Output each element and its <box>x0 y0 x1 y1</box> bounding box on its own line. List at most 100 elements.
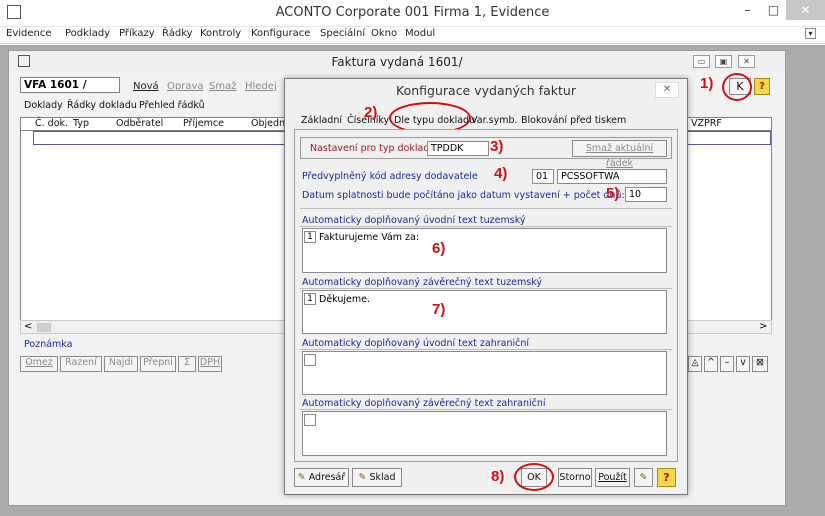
dialog-help-icon[interactable]: ? <box>657 468 676 487</box>
tab-doklady[interactable]: Doklady <box>24 100 63 111</box>
pouzit-button[interactable]: Použít <box>595 468 630 487</box>
menu-evidence[interactable]: Evidence <box>6 28 52 39</box>
adresar-button[interactable]: ✎ Adresář <box>294 468 349 487</box>
delete-row-button[interactable]: Smaž aktuální řádek <box>572 140 667 169</box>
memo-closing-domestic[interactable]: 1 Děkujeme. <box>302 290 667 334</box>
annotation-5: 5) <box>606 185 620 202</box>
memo-line-number <box>304 414 316 426</box>
pouzit-label: Použít <box>598 472 627 483</box>
memo-intro-domestic-label: Automaticky doplňovaný úvodní text tuzem… <box>302 215 526 226</box>
sort-button[interactable]: Řazení <box>60 356 102 372</box>
app-title: ACONTO Corporate 001 Firma 1, Evidence <box>275 5 550 20</box>
menu-okno[interactable]: Okno <box>371 28 397 39</box>
inner-close-button[interactable]: ✕ <box>738 55 755 68</box>
separator <box>300 349 672 350</box>
tab-panel: Nastavení pro typ dokladu TPDDK Smaž akt… <box>294 129 678 462</box>
annotation-1: 1) <box>700 75 714 92</box>
vat-button[interactable]: DPH <box>198 356 222 372</box>
invoice-window-titlebar: Faktura vydaná 1601/ ▭ ▣ ✕ <box>9 51 785 71</box>
edit-button[interactable]: Oprava <box>167 81 204 92</box>
separator <box>300 288 672 289</box>
new-label: Nová <box>133 81 159 92</box>
menu-podklady[interactable]: Podklady <box>65 28 110 39</box>
separator <box>300 208 672 209</box>
tag-button[interactable]: ✎ <box>634 468 653 487</box>
due-days-field[interactable]: 10 <box>625 187 667 202</box>
tab-zakladni[interactable]: Základní <box>301 115 342 126</box>
tab-blokovani[interactable]: Blokování před tiskem <box>521 115 626 126</box>
menu-bar: Evidence Podklady Příkazy Řádky Kontroly… <box>0 27 825 44</box>
supplier-code-field[interactable]: 01 <box>532 169 554 184</box>
memo-line-number <box>304 354 316 366</box>
maximize-button[interactable]: □ <box>760 0 787 20</box>
supplier-name-field[interactable]: PCSSOFTWA <box>557 169 667 184</box>
memo-closing-foreign[interactable] <box>302 411 667 456</box>
nav-prev-button[interactable]: ^ <box>704 356 718 372</box>
nav-minus-button[interactable]: – <box>720 356 734 372</box>
delete-button[interactable]: Smaž <box>209 81 236 92</box>
annotation-8: 8) <box>491 468 505 485</box>
column-recipient[interactable]: Příjemce <box>183 118 224 129</box>
switch-button[interactable]: Přepni <box>140 356 176 372</box>
column-order[interactable]: Objedn <box>251 118 285 129</box>
memo-intro-foreign[interactable] <box>302 351 667 395</box>
edit-label: Oprava <box>167 81 204 92</box>
menu-chevron-down-icon[interactable]: ▾ <box>805 28 816 39</box>
help-icon[interactable]: ? <box>754 78 770 95</box>
tag-icon: ✎ <box>639 472 648 483</box>
column-vzprf[interactable]: VZPRF <box>691 118 722 129</box>
search-button[interactable]: Hledej <box>245 81 277 92</box>
adresar-label: Adresář <box>308 472 346 483</box>
tag-icon: ✎ <box>297 472 306 483</box>
inner-restore-button[interactable]: ▣ <box>715 55 732 68</box>
menu-prikazy[interactable]: Příkazy <box>119 28 155 39</box>
dialog-title: Konfigurace vydaných faktur <box>396 83 576 98</box>
new-button[interactable]: Nová <box>133 81 159 92</box>
sum-button[interactable]: Σ <box>178 356 196 372</box>
menu-konfigurace[interactable]: Konfigurace <box>251 28 310 39</box>
separator <box>300 409 672 410</box>
find-button[interactable]: Najdi <box>104 356 138 372</box>
nav-next-button[interactable]: v <box>736 356 750 372</box>
scroll-left-icon[interactable]: < <box>24 321 32 332</box>
find-label: Najdi <box>108 357 134 368</box>
annotation-1-oval <box>722 73 752 101</box>
annotation-7: 7) <box>432 301 446 318</box>
menu-radky[interactable]: Řádky <box>162 28 193 39</box>
tab-var-symb[interactable]: Var.symb. <box>471 115 518 126</box>
scroll-right-icon[interactable]: > <box>759 321 767 332</box>
type-field[interactable]: TPDDK <box>427 141 489 156</box>
note-label: Poznámka <box>24 339 73 350</box>
annotation-2: 2) <box>364 104 378 121</box>
memo-intro-domestic[interactable]: 1 Fakturujeme Vám za: <box>302 228 667 273</box>
menu-modul[interactable]: Modul <box>405 28 435 39</box>
filter-label: Omez <box>25 357 53 368</box>
dialog-tabs: Základní Číselníky Dle typu dokladu Var.… <box>297 112 677 128</box>
storno-button[interactable]: Storno <box>558 468 592 487</box>
nav-cancel-button[interactable]: ⊠ <box>752 356 768 372</box>
type-group: Nastavení pro typ dokladu TPDDK Smaž akt… <box>300 137 672 169</box>
menu-specialni[interactable]: Speciální <box>320 28 365 39</box>
due-label: Datum splatnosti bude počítáno jako datu… <box>302 190 625 201</box>
memo-line-number: 1 <box>304 231 316 243</box>
nav-first-button[interactable]: ◬ <box>688 356 702 372</box>
column-customer[interactable]: Odběratel <box>116 118 163 129</box>
supplier-label: Předvyplněný kód adresy dodavatele <box>302 171 478 182</box>
dialog-close-button[interactable]: ✕ <box>655 82 679 98</box>
column-doc-number[interactable]: Č. dok. <box>35 118 68 129</box>
tab-radky-dokladu[interactable]: Řádky dokladu <box>67 100 137 111</box>
tab-prehled-radku[interactable]: Přehled řádků <box>139 100 205 111</box>
minimize-button[interactable]: – <box>734 0 761 20</box>
sklad-button[interactable]: ✎ Sklad <box>352 468 402 487</box>
document-tabs: Doklady Řádky dokladu Přehled řádků <box>20 98 220 114</box>
delete-label: Smaž <box>209 81 237 92</box>
column-type[interactable]: Typ <box>73 118 89 129</box>
close-button[interactable]: ✕ <box>786 0 825 20</box>
menu-kontroly[interactable]: Kontroly <box>200 28 241 39</box>
filter-button[interactable]: Omez <box>20 356 58 372</box>
inner-minimize-button[interactable]: ▭ <box>693 55 710 68</box>
scroll-thumb[interactable] <box>37 323 51 332</box>
doc-number-field[interactable]: VFA 1601 / <box>20 77 120 93</box>
search-label: Hledej <box>245 81 277 92</box>
config-dialog: Konfigurace vydaných faktur ✕ Základní Č… <box>284 78 688 495</box>
